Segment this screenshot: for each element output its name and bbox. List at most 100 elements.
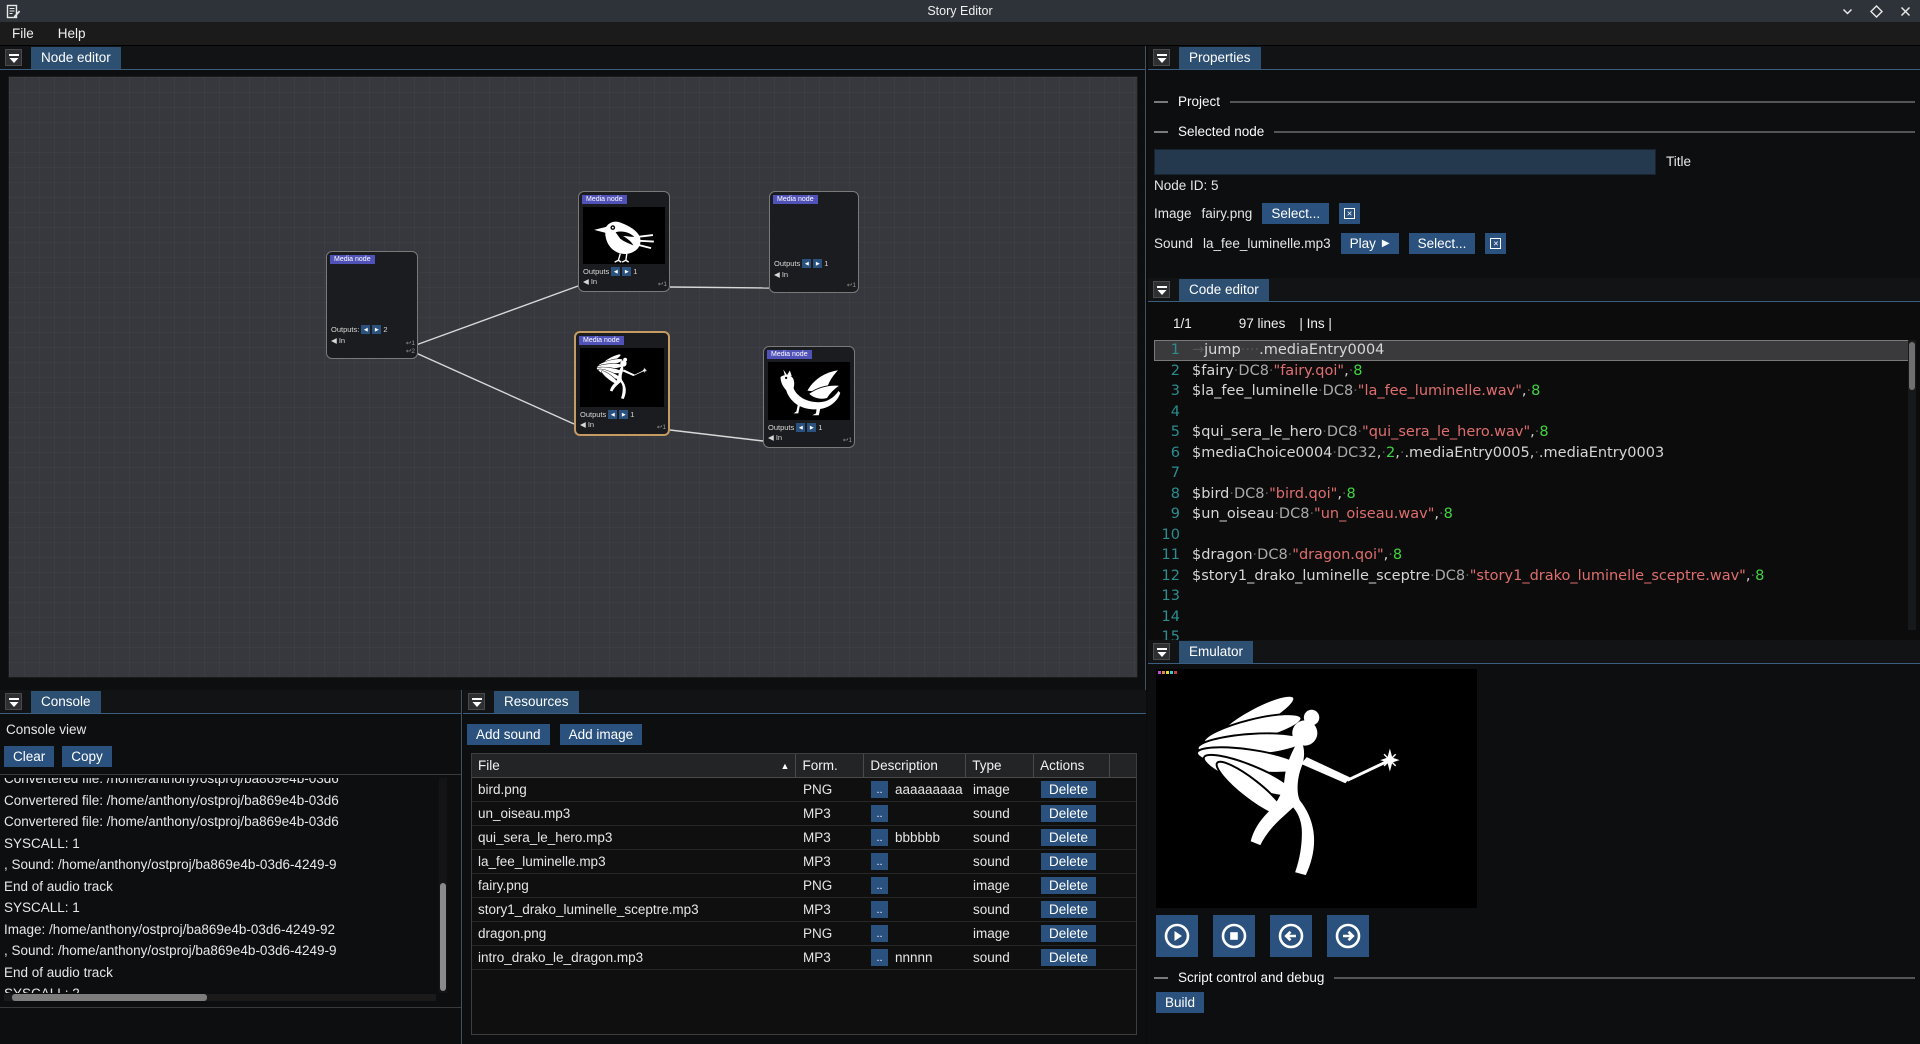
tab-properties[interactable]: Properties [1179,47,1261,69]
delete-button[interactable]: Delete [1041,805,1096,822]
sound-clear-button[interactable]: ✕ [1485,233,1506,254]
column-header-description[interactable]: Description [864,754,966,777]
code-line[interactable]: 2$fairy·DC8·"fairy.qoi",·8 [1154,361,1914,382]
output-next-icon[interactable]: ▶ [807,423,816,432]
description-edit-button[interactable]: .. [871,853,888,870]
output-prev-icon[interactable]: ◀ [796,423,805,432]
console-vscrollbar[interactable] [439,778,447,993]
image-select-button[interactable]: Select... [1262,203,1329,224]
column-header-type[interactable]: Type [966,754,1034,777]
table-row[interactable]: intro_drako_le_dragon.mp3MP3..nnnnnsound… [472,946,1136,970]
delete-button[interactable]: Delete [1041,829,1096,846]
delete-button[interactable]: Delete [1041,925,1096,942]
output-prev-icon[interactable]: ◀ [802,259,811,268]
tab-resources[interactable]: Resources [494,691,579,713]
table-row[interactable]: dragon.pngPNG..imageDelete [472,922,1136,946]
code-line[interactable]: 6$mediaChoice0004·DC32,·2,·.mediaEntry00… [1154,443,1914,464]
table-row[interactable]: bird.pngPNG..aaaaaaaaaimageDelete [472,778,1136,802]
node-empty[interactable]: Media node Outputs ◀ ▶ 1 ◀ In ↩1 [769,191,859,293]
collapse-panel-icon[interactable] [1153,49,1170,66]
table-row[interactable]: qui_sera_le_hero.mp3MP3..bbbbbbsoundDele… [472,826,1136,850]
code-lines[interactable]: 1→jump····.mediaEntry00042$fairy·DC8·"fa… [1154,340,1914,640]
table-row[interactable]: story1_drako_luminelle_sceptre.mp3MP3..s… [472,898,1136,922]
stop-button[interactable] [1213,915,1255,957]
description-edit-button[interactable]: .. [871,925,888,942]
description-edit-button[interactable]: .. [871,901,888,918]
tab-console[interactable]: Console [31,691,101,713]
play-button[interactable] [1156,915,1198,957]
table-row[interactable]: un_oiseau.mp3MP3..soundDelete [472,802,1136,826]
code-line[interactable]: 9$un_oiseau·DC8·"un_oiseau.wav",·8 [1154,504,1914,525]
image-clear-button[interactable]: ✕ [1339,203,1360,224]
close-icon[interactable] [1899,5,1912,18]
tab-code-editor[interactable]: Code editor [1179,279,1269,301]
node-graph-canvas[interactable]: Media node Outputs: ◀ ▶ 2 ◀ In ↩1 ↩2 Med… [8,76,1138,678]
code-line[interactable]: 14 [1154,607,1914,628]
code-line[interactable]: 5$qui_sera_le_hero·DC8·"qui_sera_le_hero… [1154,422,1914,443]
code-line[interactable]: 12$story1_drako_luminelle_sceptre·DC8·"s… [1154,566,1914,587]
code-line[interactable]: 8$bird·DC8·"bird.qoi",·8 [1154,484,1914,505]
delete-button[interactable]: Delete [1041,877,1096,894]
console-hscrollbar-thumb[interactable] [12,994,207,1001]
connection-line[interactable] [416,286,578,345]
column-header-form[interactable]: Form. [796,754,864,777]
add-image-button[interactable]: Add image [560,724,643,745]
console-log[interactable]: Convertered file: /home/anthony/ostproj/… [4,778,436,993]
code-line[interactable]: 11$dragon·DC8·"dragon.qoi",·8 [1154,545,1914,566]
code-scrollbar-thumb[interactable] [1909,342,1915,390]
description-edit-button[interactable]: .. [871,829,888,846]
collapse-panel-icon[interactable] [5,49,22,66]
output-prev-icon[interactable]: ◀ [611,267,620,276]
node-bird[interactable]: Media node Outputs ◀ ▶ 1 ◀ In ↩1 [578,191,670,292]
collapse-panel-icon[interactable] [1153,643,1170,660]
maximize-icon[interactable] [1870,5,1883,18]
node-dragon[interactable]: Media node Outputs ◀ ▶ 1 ◀ In ↩1 [763,346,855,448]
sound-select-button[interactable]: Select... [1409,233,1476,254]
code-line[interactable]: 7 [1154,463,1914,484]
build-button[interactable]: Build [1156,992,1204,1013]
description-edit-button[interactable]: .. [871,805,888,822]
delete-button[interactable]: Delete [1041,901,1096,918]
console-hscrollbar[interactable] [4,994,436,1001]
output-prev-icon[interactable]: ◀ [361,325,370,334]
clear-button[interactable]: Clear [4,746,54,767]
code-line[interactable]: 1→jump····.mediaEntry0004 [1154,340,1914,361]
collapse-panel-icon[interactable] [1153,281,1170,298]
code-line[interactable]: 10 [1154,525,1914,546]
description-edit-button[interactable]: .. [871,877,888,894]
table-row[interactable]: la_fee_luminelle.mp3MP3..soundDelete [472,850,1136,874]
connection-line[interactable] [416,353,574,424]
output-next-icon[interactable]: ▶ [813,259,822,268]
add-sound-button[interactable]: Add sound [467,724,550,745]
title-input[interactable] [1154,149,1656,175]
table-row[interactable]: fairy.pngPNG..imageDelete [472,874,1136,898]
output-next-icon[interactable]: ▶ [619,410,628,419]
code-line[interactable]: 13 [1154,586,1914,607]
collapse-panel-icon[interactable] [468,693,485,710]
tab-node-editor[interactable]: Node editor [31,47,121,69]
collapse-panel-icon[interactable] [5,693,22,710]
menu-help[interactable]: Help [58,26,86,41]
description-edit-button[interactable]: .. [871,949,888,966]
output-prev-icon[interactable]: ◀ [608,410,617,419]
output-next-icon[interactable]: ▶ [622,267,631,276]
minimize-icon[interactable] [1841,5,1854,18]
step-forward-button[interactable] [1327,915,1369,957]
delete-button[interactable]: Delete [1041,853,1096,870]
delete-button[interactable]: Delete [1041,781,1096,798]
menu-file[interactable]: File [12,26,34,41]
output-next-icon[interactable]: ▶ [372,325,381,334]
step-back-button[interactable] [1270,915,1312,957]
connection-line[interactable] [670,430,763,441]
code-line[interactable]: 4 [1154,402,1914,423]
description-edit-button[interactable]: .. [871,781,888,798]
copy-button[interactable]: Copy [62,746,112,767]
node-fairy[interactable]: Media node Outputs ◀ ▶ 1 ◀ In ↩1 [574,331,670,436]
delete-button[interactable]: Delete [1041,949,1096,966]
connection-line[interactable] [670,287,769,288]
column-header-file[interactable]: File▲ [472,754,796,777]
code-line[interactable]: 3$la_fee_luminelle·DC8·"la_fee_luminelle… [1154,381,1914,402]
node-start[interactable]: Media node Outputs: ◀ ▶ 2 ◀ In ↩1 ↩2 [326,251,418,359]
code-line[interactable]: 15 [1154,627,1914,640]
tab-emulator[interactable]: Emulator [1179,641,1253,663]
